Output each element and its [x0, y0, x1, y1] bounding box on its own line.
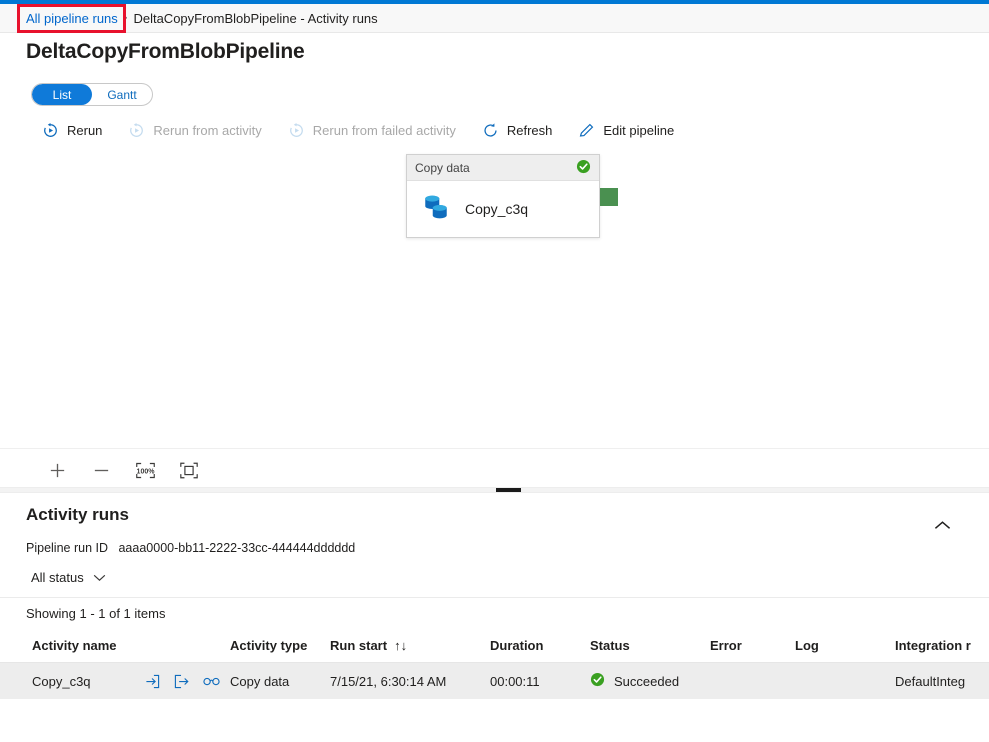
cell-status: Succeeded	[590, 662, 710, 699]
pipeline-run-id: Pipeline run ID aaaa0000-bb11-2222-33cc-…	[26, 541, 355, 555]
status-badge: Succeeded	[614, 673, 680, 689]
activity-runs-panel: Activity runs Pipeline run ID aaaa0000-b…	[0, 494, 989, 742]
column-row-actions	[145, 630, 230, 663]
zoom-in-icon[interactable]	[40, 453, 74, 487]
status-filter-value: All status	[31, 570, 84, 585]
column-activity-type[interactable]: Activity type	[230, 630, 330, 663]
activity-node-type-label: Copy data	[415, 160, 470, 175]
activity-runs-table: Activity name Activity type Run start ↑↓ …	[0, 630, 989, 699]
chevron-down-icon	[93, 570, 106, 585]
cell-log	[795, 662, 895, 699]
rerun-from-activity-icon	[128, 122, 145, 139]
pencil-icon	[578, 122, 595, 139]
sort-arrows-icon: ↑↓	[394, 638, 408, 653]
zoom-100-icon[interactable]: 100%	[128, 453, 162, 487]
rerun-label: Rerun	[67, 123, 103, 138]
cell-run-start: 7/15/21, 6:30:14 AM	[330, 662, 490, 699]
collapse-panel-chevron-up-icon[interactable]	[930, 513, 954, 537]
edit-pipeline-button[interactable]: Edit pipeline	[572, 113, 680, 148]
rerun-from-activity-label: Rerun from activity	[153, 123, 262, 138]
filter-row: All status	[0, 561, 989, 598]
activity-node-copy-data[interactable]: Copy data Copy_c3q	[406, 154, 600, 238]
rerun-icon	[42, 122, 59, 139]
rerun-from-failed-activity-button[interactable]: Rerun from failed activity	[282, 113, 462, 148]
cell-row-actions	[145, 662, 230, 699]
cell-activity-name: Copy_c3q	[0, 662, 145, 699]
column-run-start[interactable]: Run start ↑↓	[330, 630, 490, 663]
breadcrumb-separator-icon: ›	[123, 12, 128, 24]
rerun-from-failed-activity-icon	[288, 122, 305, 139]
breadcrumb-current: DeltaCopyFromBlobPipeline - Activity run…	[133, 10, 378, 26]
activity-node-header: Copy data	[407, 155, 599, 181]
pipeline-canvas[interactable]: Copy data Copy_c3q	[0, 148, 989, 448]
column-error[interactable]: Error	[710, 630, 795, 663]
status-filter-dropdown[interactable]: All status	[31, 570, 106, 585]
column-duration[interactable]: Duration	[490, 630, 590, 663]
table-row[interactable]: Copy_c3q Copy data 7/15/21, 6:30:14 AM 0…	[0, 662, 989, 699]
details-glasses-icon[interactable]	[203, 675, 220, 687]
view-toggle-list[interactable]: List	[32, 84, 92, 105]
table-header-row: Activity name Activity type Run start ↑↓ …	[0, 630, 989, 663]
column-log[interactable]: Log	[795, 630, 895, 663]
column-activity-name[interactable]: Activity name	[0, 630, 145, 663]
input-icon[interactable]	[145, 674, 160, 689]
copy-data-icon	[421, 193, 451, 226]
cell-duration: 00:00:11	[490, 662, 590, 699]
view-toggle[interactable]: List Gantt	[31, 83, 153, 106]
status-succeeded-icon	[590, 672, 605, 690]
column-status[interactable]: Status	[590, 630, 710, 663]
column-run-start-label: Run start	[330, 638, 388, 653]
activity-runs-title: Activity runs	[26, 505, 129, 524]
panel-splitter[interactable]	[0, 487, 989, 493]
refresh-icon	[482, 122, 499, 139]
cell-activity-type: Copy data	[230, 662, 330, 699]
view-toggle-gantt[interactable]: Gantt	[92, 84, 152, 105]
cell-error	[710, 662, 795, 699]
pipeline-run-id-label: Pipeline run ID	[26, 541, 108, 555]
refresh-label: Refresh	[506, 123, 553, 138]
panel-splitter-handle[interactable]	[496, 488, 521, 492]
fit-to-screen-icon[interactable]	[172, 453, 206, 487]
cell-integration-runtime: DefaultInteg	[895, 662, 989, 699]
page-title: DeltaCopyFromBlobPipeline	[26, 40, 305, 63]
showing-count: Showing 1 - 1 of 1 items	[26, 606, 166, 621]
activity-node-body: Copy_c3q	[407, 181, 599, 237]
breadcrumb: All pipeline runs › DeltaCopyFromBlobPip…	[0, 4, 989, 33]
column-integration-runtime[interactable]: Integration r	[895, 630, 989, 663]
breadcrumb-all-pipeline-runs[interactable]: All pipeline runs	[26, 11, 118, 26]
rerun-from-activity-button[interactable]: Rerun from activity	[122, 113, 267, 148]
activity-node-name: Copy_c3q	[465, 201, 529, 217]
command-bar: Rerun Rerun from activity Rerun from fai…	[0, 113, 989, 149]
edit-pipeline-label: Edit pipeline	[603, 123, 675, 138]
succeeded-check-icon	[576, 159, 591, 177]
rerun-from-failed-activity-label: Rerun from failed activity	[312, 123, 456, 138]
pipeline-run-id-value: aaaa0000-bb11-2222-33cc-444444dddddd	[118, 541, 356, 555]
rerun-button[interactable]: Rerun	[36, 113, 108, 148]
node-output-connector[interactable]	[600, 188, 618, 206]
svg-text:100%: 100%	[136, 468, 155, 475]
canvas-zoom-controls: 100%	[0, 448, 989, 491]
zoom-out-icon[interactable]	[84, 453, 118, 487]
refresh-button[interactable]: Refresh	[476, 113, 559, 148]
output-icon[interactable]	[174, 674, 189, 689]
